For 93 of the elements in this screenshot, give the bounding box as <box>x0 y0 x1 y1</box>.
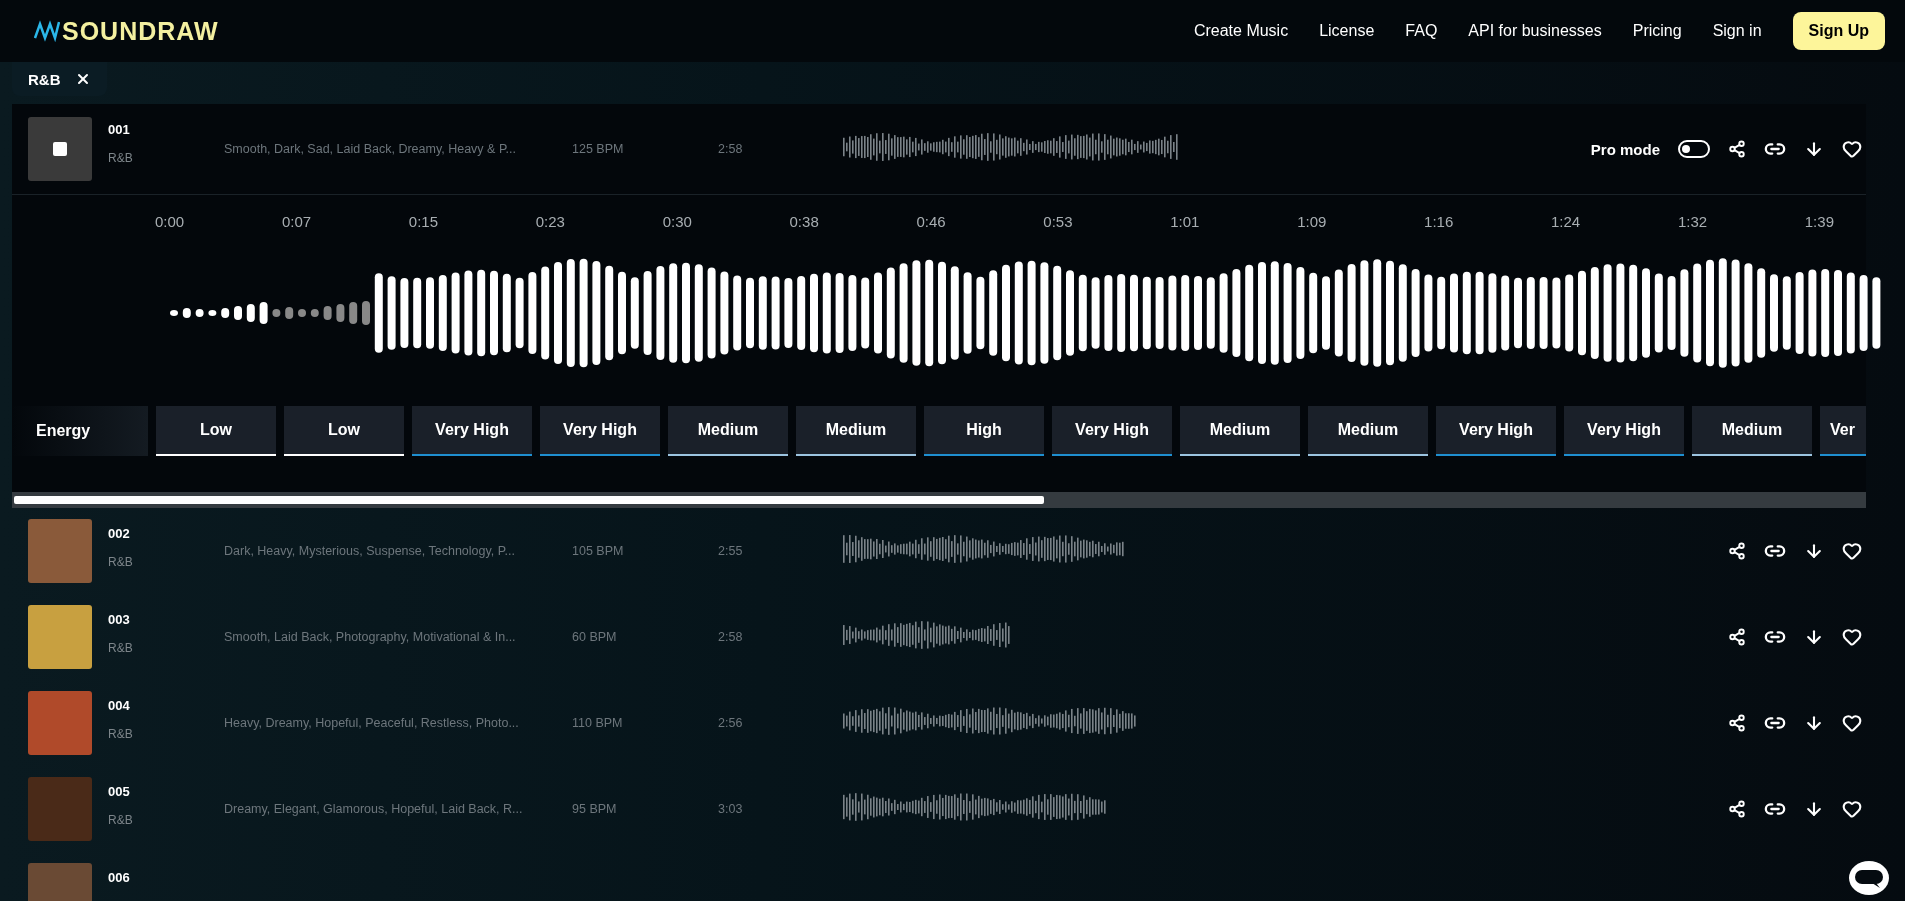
track-duration: 2:55 <box>718 544 744 558</box>
track-genre: R&B <box>108 727 134 741</box>
photo-placeholder[interactable] <box>28 117 92 181</box>
track-tags: Smooth, Laid Back, Photography, Motivational & In... <box>224 630 572 644</box>
download-icon[interactable] <box>1804 627 1824 647</box>
time-label: 0:46 <box>916 213 946 230</box>
track-tags: Smooth, Dark, Sad, Laid Back, Dreamy, Heavy & P... <box>224 142 572 156</box>
track-duration: 2:58 <box>718 142 744 156</box>
share-icon[interactable] <box>1728 140 1746 158</box>
track-row[interactable]: 005 R&B Dreamy, Elegant, Glamorous, Hopeful, Laid Back, R... 95 BPM 3:03 <box>12 766 1866 852</box>
download-icon[interactable] <box>1804 713 1824 733</box>
track-number: 002 <box>108 526 131 541</box>
track-duration: 2:58 <box>718 630 744 644</box>
download-icon[interactable] <box>1804 799 1824 819</box>
time-label: 0:23 <box>535 213 565 230</box>
energy-cell[interactable]: Low <box>284 406 404 456</box>
energy-cell[interactable]: Very High <box>1436 406 1556 456</box>
scrollbar-thumb[interactable] <box>14 496 1044 504</box>
track-row[interactable]: 004 R&B Heavy, Dreamy, Hopeful, Peaceful, Restless, Photo... 110 BPM 2:56 <box>12 680 1866 766</box>
track-genre: R&B <box>108 151 134 165</box>
nav-link[interactable]: API for businesses <box>1468 22 1602 40</box>
track-row[interactable]: 002 R&B Dark, Heavy, Mysterious, Suspense, Technology, P... 105 BPM 2:55 <box>12 508 1866 594</box>
filter-chip[interactable]: R&B <box>12 62 107 96</box>
heart-icon[interactable] <box>1842 713 1862 733</box>
track-number: 004 <box>108 698 131 713</box>
heart-icon[interactable] <box>1842 139 1862 159</box>
track-row[interactable]: 001 R&B Smooth, Dark, Sad, Laid Back, Dreamy, Heavy & P... 125 BPM 2:58 Pro mode <box>12 104 1866 195</box>
track-tags: Heavy, Dreamy, Hopeful, Peaceful, Restless, Photo... <box>224 716 572 730</box>
time-label: 0:15 <box>408 213 438 230</box>
nav-link[interactable]: Sign in <box>1712 22 1762 40</box>
filter-label: R&B <box>28 70 61 88</box>
nav-link[interactable]: License <box>1319 22 1375 40</box>
nav-link[interactable]: Pricing <box>1632 22 1682 40</box>
energy-cell[interactable]: Low <box>156 406 276 456</box>
track-genre: R&B <box>108 813 134 827</box>
download-icon[interactable] <box>1804 541 1824 561</box>
pro-mode-toggle[interactable] <box>1678 140 1710 158</box>
energy-cell[interactable]: High <box>924 406 1044 456</box>
nav-link[interactable]: FAQ <box>1405 22 1438 40</box>
download-icon[interactable] <box>1804 139 1824 159</box>
logo-icon <box>34 20 60 42</box>
track-row[interactable]: 006 <box>12 852 1628 901</box>
energy-cell[interactable]: Medium <box>1180 406 1300 456</box>
energy-cell[interactable]: Ver <box>1820 406 1866 456</box>
time-label: 0:38 <box>789 213 819 230</box>
time-label: 0:00 <box>155 213 185 230</box>
energy-cell[interactable]: Medium <box>668 406 788 456</box>
energy-cell[interactable]: Very High <box>540 406 660 456</box>
heart-icon[interactable] <box>1842 541 1862 561</box>
time-label: 0:30 <box>662 213 692 230</box>
share-icon[interactable] <box>1728 542 1746 560</box>
track-duration: 2:56 <box>718 716 744 730</box>
time-label: 0:53 <box>1043 213 1073 230</box>
time-label: 1:01 <box>1170 213 1200 230</box>
time-label: 0:07 <box>281 213 312 230</box>
track-bpm: 110 BPM <box>572 716 624 730</box>
energy-cell[interactable]: Very High <box>1564 406 1684 456</box>
energy-cell[interactable]: Very High <box>412 406 532 456</box>
share-icon[interactable] <box>1728 714 1746 732</box>
track-number: 005 <box>108 784 131 799</box>
time-label: 1:24 <box>1550 213 1581 230</box>
energy-cell[interactable]: Very High <box>1052 406 1172 456</box>
time-label: 1:16 <box>1424 213 1454 230</box>
pro-mode-label: Pro mode <box>1590 140 1660 158</box>
heart-icon[interactable] <box>1842 627 1862 647</box>
track-genre: R&B <box>108 555 134 569</box>
sign-up-button[interactable]: Sign Up <box>1792 12 1885 50</box>
track-number: 006 <box>108 870 131 885</box>
logo[interactable]: SOUNDRAW <box>62 16 219 46</box>
track-tags: Dreamy, Elegant, Glamorous, Hopeful, Laid Back, R... <box>224 802 572 816</box>
share-icon[interactable] <box>1728 628 1746 646</box>
chat-button[interactable] <box>1849 861 1889 895</box>
chat-icon <box>1854 867 1884 889</box>
energy-cell[interactable]: Medium <box>796 406 916 456</box>
track-bpm: 125 BPM <box>572 142 625 156</box>
heart-icon[interactable] <box>1842 799 1862 819</box>
energy-cell[interactable]: Medium <box>1308 406 1428 456</box>
track-number: 003 <box>108 612 131 627</box>
share-icon[interactable] <box>1728 800 1746 818</box>
track-bpm: 95 BPM <box>572 802 618 816</box>
track-row[interactable]: 003 R&B Smooth, Laid Back, Photography, Motivational & In... 60 BPM 2:58 <box>12 594 1866 680</box>
track-genre: R&B <box>108 641 134 655</box>
track-number: 001 <box>108 122 131 137</box>
energy-cell[interactable]: Medium <box>1692 406 1812 456</box>
track-tags: Dark, Heavy, Mysterious, Suspense, Technology, P... <box>224 544 572 558</box>
scrollbar[interactable] <box>12 492 1866 508</box>
time-label: 1:32 <box>1677 213 1708 230</box>
time-label: 1:39 <box>1804 213 1834 230</box>
track-duration: 3:03 <box>718 802 744 816</box>
nav-link[interactable]: Create Music <box>1193 22 1289 40</box>
track-bpm: 60 BPM <box>572 630 618 644</box>
track-bpm: 105 BPM <box>572 544 625 558</box>
time-label: 1:09 <box>1297 213 1327 230</box>
